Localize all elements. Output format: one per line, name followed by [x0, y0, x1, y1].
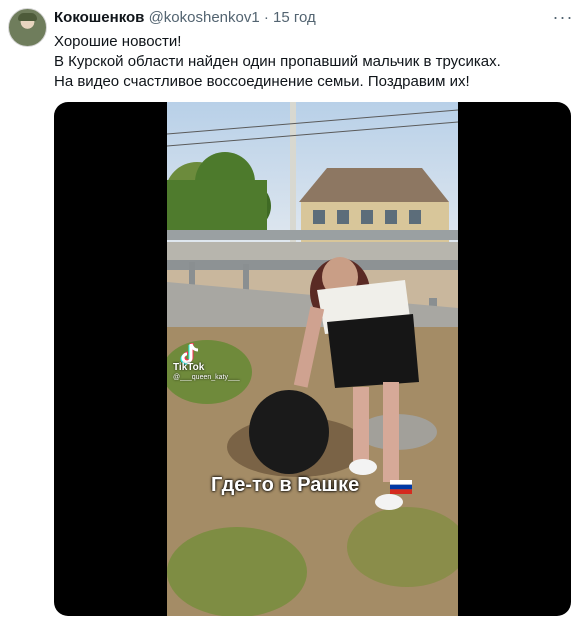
tweet-text: Хорошие новости! В Курской области найде… — [54, 32, 564, 92]
tweet-header: Кокошенков @kokoshenkov1 · 15 год — [54, 9, 316, 26]
tiktok-label: TikTok — [173, 362, 205, 373]
video-frame: TikTok @___queen_katy___ Где-то в Рашке — [167, 102, 458, 616]
video-scene-image — [167, 102, 458, 616]
separator: · — [263, 9, 269, 26]
tweet-text-line: Хорошие новости! — [54, 33, 182, 50]
tweet-text-line: В Курской области найден один пропавший … — [54, 53, 501, 70]
more-options-icon[interactable]: ··· — [552, 8, 574, 28]
video-player[interactable]: TikTok @___queen_katy___ Где-то в Рашке — [54, 102, 571, 616]
tiktok-username: @___queen_katy___ — [173, 374, 240, 381]
author-handle[interactable]: @kokoshenkov1 — [149, 9, 260, 26]
video-caption: Где-то в Рашке — [211, 474, 360, 496]
russian-flag-icon — [390, 480, 412, 494]
avatar[interactable] — [8, 8, 47, 47]
tweet-text-line: На видео счастливое воссоединение семьи.… — [54, 73, 470, 90]
timestamp[interactable]: 15 год — [273, 9, 316, 26]
author-name[interactable]: Кокошенков — [54, 9, 144, 26]
